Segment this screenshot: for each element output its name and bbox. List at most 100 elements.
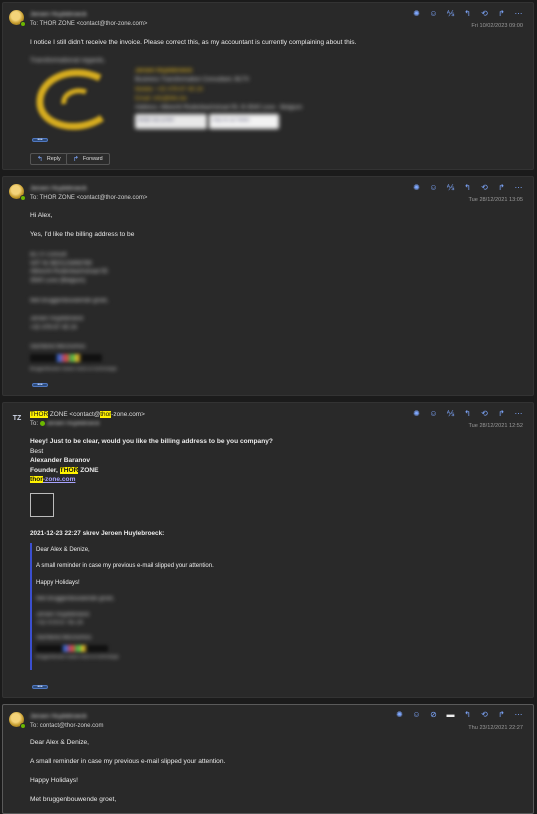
message-card: Jeroen Huylebroeck To: contact@thor-zone… <box>2 704 534 814</box>
billing-address: BLTX Consult VAT Nr BE0123456789 Albrech… <box>30 251 108 286</box>
signature-phone: +32 478 67 45 24 <box>30 324 77 331</box>
emoji-icon[interactable]: ☺ <box>412 710 421 719</box>
quoted-holidays: Happy Holidays! <box>36 579 80 586</box>
quoted-message: Dear Alex & Denize, A small reminder in … <box>30 543 230 670</box>
reply-icon[interactable]: ↰ <box>463 710 472 719</box>
message-actions: ✺ ☺ ⅍ ↰ ⟲ ↱ ⋯ <box>412 409 523 418</box>
recipient[interactable]: contact@thor-zone.com <box>40 723 104 729</box>
body-line: Heey! Just to be clear, would you like t… <box>30 438 273 445</box>
forward-icon[interactable]: ↱ <box>497 9 506 18</box>
quoted-closing: Met bruggenbouwende groet, <box>36 596 115 603</box>
message-body: I notice I still didn't receive the invo… <box>30 39 357 46</box>
more-actions-icon[interactable]: ⋯ <box>514 710 523 719</box>
summary-sun-icon[interactable]: ✺ <box>412 409 421 418</box>
quoted-tag: Slichtend Microsmos <box>36 635 92 642</box>
message-body: Heey! Just to be clear, would you like t… <box>30 437 273 485</box>
signature-name: Jeroen Huylebroeck <box>30 316 84 322</box>
quoted-footer: Bruggenbouwer tussen mens en technologie <box>36 653 119 659</box>
summary-sun-icon[interactable]: ✺ <box>412 183 421 192</box>
translate-icon[interactable]: ⅍ <box>446 183 455 192</box>
signature-name: Jeroen Huylebroeck <box>135 68 193 74</box>
signature-mobile[interactable]: Mobile: +32 478 67 45 24 <box>135 86 302 95</box>
reply-all-icon[interactable]: ⟲ <box>480 409 489 418</box>
recipient[interactable]: Jeroen Huylebroeck <box>46 421 99 427</box>
address-line: Albrecht Rodenbachstraat 55 <box>30 269 108 276</box>
more-actions-icon[interactable]: ⋯ <box>514 9 523 18</box>
emoji-icon[interactable]: ☺ <box>429 409 438 418</box>
recipient-line: To: THOR ZONE <contact@thor-zone.com> <box>30 195 148 201</box>
more-actions-icon[interactable]: ⋯ <box>514 409 523 418</box>
greeting: Dear Alex & Denize, <box>30 739 90 746</box>
reply-all-icon[interactable]: ⟲ <box>480 9 489 18</box>
emoji-icon[interactable]: ☺ <box>429 183 438 192</box>
twitter-badge[interactable]: Volg me op Twitter <box>209 114 279 129</box>
translate-icon[interactable]: ⅍ <box>446 9 455 18</box>
message-body: A small reminder in case my previous e-m… <box>30 758 226 765</box>
sender-avatar[interactable] <box>9 10 26 27</box>
message-actions: ✺ ☺ ⅍ ↰ ⟲ ↱ ⋯ <box>412 183 523 192</box>
linkedin-badge[interactable]: Bekijk mijn profiel <box>135 114 207 129</box>
reply-label: Reply <box>46 156 61 162</box>
sender-name[interactable]: THOR ZONE <contact@thor-zone.com> <box>30 411 145 418</box>
summary-sun-icon[interactable]: ✺ <box>412 9 421 18</box>
greeting: Hi Alex, <box>30 212 53 219</box>
sender-name[interactable]: Jeroen Huylebroeck <box>30 185 87 192</box>
quoted-body: A small reminder in case my previous e-m… <box>36 563 214 570</box>
quote-header: 2021-12-23 22:27 skrev Jeroen Huylebroec… <box>30 530 165 537</box>
signature-banner <box>30 354 102 362</box>
reply-arrow-icon: ↰ <box>37 156 43 163</box>
reply-all-icon[interactable]: ⟲ <box>480 710 489 719</box>
forward-icon[interactable]: ↱ <box>497 183 506 192</box>
signature-tag: Slichtend Microsmos <box>30 344 86 350</box>
forward-icon[interactable]: ↱ <box>497 409 506 418</box>
sender-name[interactable]: Jeroen Huylebroeck <box>30 713 87 720</box>
holidays: Happy Holidays! <box>30 777 79 784</box>
summary-sun-icon[interactable]: ✺ <box>395 710 404 719</box>
message-actions: ✺ ☺ ⅍ ↰ ⟲ ↱ ⋯ <box>412 9 523 18</box>
quoted-phone: +32 478 67 45 24 <box>36 619 83 626</box>
recipient[interactable]: THOR ZONE <contact@thor-zone.com> <box>40 21 148 27</box>
signature-greeting: Transformational regards, <box>30 57 106 64</box>
quoted-greeting: Dear Alex & Denize, <box>36 547 90 553</box>
quoted-name: Jeroen Huylebroeck <box>36 611 90 618</box>
recipient-line: To: contact@thor-zone.com <box>30 723 104 729</box>
sender-avatar[interactable] <box>9 712 26 729</box>
show-more-button[interactable]: ••• <box>32 685 48 690</box>
message-card: TZ THOR ZONE <contact@thor-zone.com> To:… <box>2 402 534 698</box>
company-logo-icon <box>36 69 104 130</box>
presence-available-icon <box>20 723 26 729</box>
show-more-button[interactable]: ••• <box>32 383 48 388</box>
more-actions-icon[interactable]: ⋯ <box>514 183 523 192</box>
recipient-line: To: Jeroen Huylebroeck <box>30 421 100 428</box>
recipient-line: To: THOR ZONE <contact@thor-zone.com> <box>30 21 148 27</box>
translate-icon[interactable]: ⅍ <box>446 409 455 418</box>
forward-button[interactable]: ↱ Forward <box>66 153 110 165</box>
closing: Met bruggenbouwende groet, <box>30 796 117 803</box>
cloud-attachment-icon[interactable]: ⊘ <box>429 710 438 719</box>
reply-button[interactable]: ↰ Reply <box>30 153 68 165</box>
recipient[interactable]: THOR ZONE <contact@thor-zone.com> <box>40 195 148 201</box>
reply-icon[interactable]: ↰ <box>463 9 472 18</box>
website-link[interactable]: thor-zone.com <box>30 475 273 485</box>
immersive-reader-icon[interactable]: ▬ <box>446 710 455 719</box>
forward-icon[interactable]: ↱ <box>497 710 506 719</box>
message-card: Jeroen Huylebroeck To: THOR ZONE <contac… <box>2 2 534 170</box>
signature-footer: Bruggenbouwer tussen mens en technologie <box>30 366 117 371</box>
message-actions: ✺ ☺ ⊘ ▬ ↰ ⟲ ↱ ⋯ <box>395 710 523 719</box>
show-more-button[interactable]: ••• <box>32 138 48 143</box>
signature-email[interactable]: Email: info@bltx.be <box>135 95 302 104</box>
broken-image-icon <box>30 493 54 517</box>
reply-icon[interactable]: ↰ <box>463 409 472 418</box>
sender-avatar[interactable] <box>9 184 26 201</box>
presence-available-icon <box>20 21 26 27</box>
sender-name[interactable]: Jeroen Huylebroeck <box>30 11 87 18</box>
signature-role: Founder, THOR ZONE <box>30 466 99 474</box>
reply-all-icon[interactable]: ⟲ <box>480 183 489 192</box>
body-line: Best <box>30 447 44 455</box>
timestamp: Tue 28/12/2021 12:52 <box>468 423 523 429</box>
signature-address: Address: Albrecht Rodenbachstraat 55, B-… <box>135 105 303 112</box>
reply-icon[interactable]: ↰ <box>463 183 472 192</box>
sender-avatar[interactable]: TZ <box>8 411 26 426</box>
timestamp: Tue 28/12/2021 13:05 <box>468 197 523 203</box>
emoji-icon[interactable]: ☺ <box>429 9 438 18</box>
